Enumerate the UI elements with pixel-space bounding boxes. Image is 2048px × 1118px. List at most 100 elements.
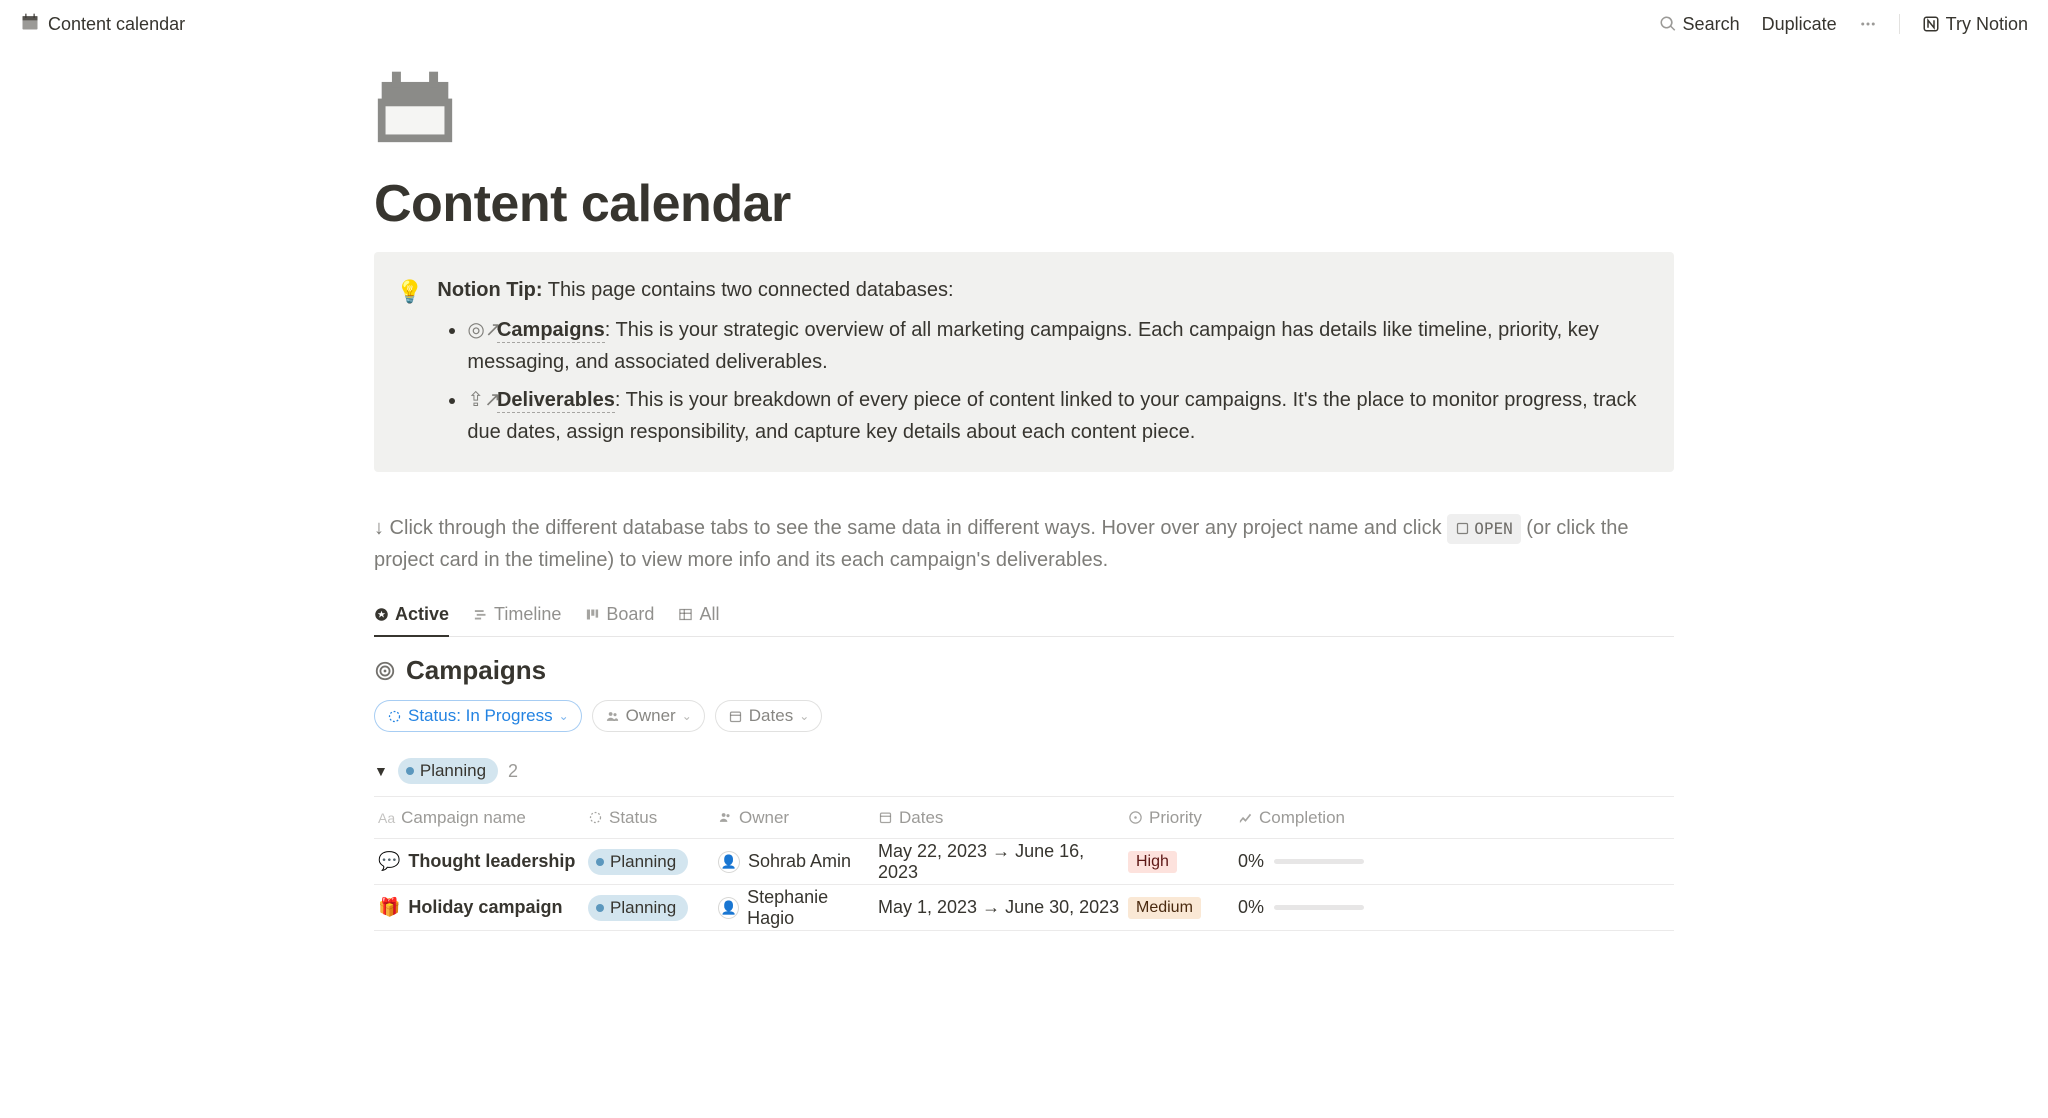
tip-label: Notion Tip:: [437, 279, 542, 301]
target-icon: [374, 660, 396, 682]
calendar-icon: [20, 12, 40, 37]
cell-name[interactable]: 🎁 Holiday campaign: [374, 897, 584, 918]
cell-dates[interactable]: May 22, 2023 → June 16, 2023: [874, 841, 1124, 883]
campaigns-table: Aa Campaign name Status Owner Dates Prio…: [374, 796, 1674, 931]
cell-status[interactable]: Planning: [584, 895, 714, 921]
filter-dates-label: Dates: [749, 706, 793, 726]
try-notion-button[interactable]: Try Notion: [1922, 14, 2028, 35]
completion-text: 0%: [1238, 851, 1264, 872]
dates-text: May 1, 2023 → June 30, 2023: [878, 897, 1119, 918]
callout-item: ⇪↗ Deliverables: This is your breakdown …: [467, 384, 1646, 448]
priority-tag: High: [1128, 851, 1177, 873]
group-status-pill: Planning: [398, 758, 498, 784]
target-icon: ◎↗: [467, 314, 487, 346]
tip-text: This page contains two connected databas…: [543, 279, 954, 301]
cell-status[interactable]: Planning: [584, 849, 714, 875]
owner-name: Sohrab Amin: [748, 851, 851, 872]
database-title-text: Campaigns: [406, 655, 546, 686]
tip-callout: 💡 Notion Tip: This page contains two con…: [374, 252, 1674, 472]
cell-completion[interactable]: 0%: [1234, 851, 1394, 872]
chevron-down-icon: ⌄: [799, 709, 809, 723]
page-icon[interactable]: [374, 64, 456, 146]
dates-text: May 22, 2023 → June 16, 2023: [878, 841, 1124, 883]
col-priority[interactable]: Priority: [1124, 808, 1234, 828]
filter-status[interactable]: Status: In Progress ⌄: [374, 700, 582, 732]
completion-text: 0%: [1238, 897, 1264, 918]
filters: Status: In Progress ⌄ Owner ⌄ Dates ⌄: [374, 700, 1674, 732]
cell-dates[interactable]: May 1, 2023 → June 30, 2023: [874, 897, 1124, 918]
group-header[interactable]: ▼ Planning 2: [374, 758, 1674, 784]
filter-owner[interactable]: Owner ⌄: [592, 700, 705, 732]
status-dot-icon: [596, 904, 604, 912]
col-owner[interactable]: Owner: [714, 808, 874, 828]
col-dates[interactable]: Dates: [874, 808, 1124, 828]
status-text: Planning: [610, 898, 676, 918]
calendar-icon: [728, 709, 743, 724]
breadcrumb-title: Content calendar: [48, 14, 185, 35]
table-row[interactable]: 💬 Thought leadership Planning 👤 Sohrab A…: [374, 839, 1674, 885]
open-badge: OPEN: [1447, 514, 1521, 544]
cell-owner[interactable]: 👤 Stephanie Hagio: [714, 887, 874, 929]
priority-icon: [1128, 810, 1143, 825]
notion-logo-icon: [1922, 15, 1940, 33]
instructions-pre: ↓ Click through the different database t…: [374, 517, 1447, 539]
status-text: Planning: [610, 852, 676, 872]
tab-all[interactable]: All: [678, 604, 719, 637]
progress-bar: [1274, 905, 1364, 910]
col-completion[interactable]: Completion: [1234, 808, 1394, 828]
callout-item-text: : This is your breakdown of every piece …: [467, 389, 1636, 443]
cell-owner[interactable]: 👤 Sohrab Amin: [714, 851, 874, 873]
chevron-down-icon: ⌄: [559, 709, 569, 723]
search-button[interactable]: Search: [1659, 14, 1740, 35]
row-name: Thought leadership: [408, 851, 575, 872]
col-name[interactable]: Aa Campaign name: [374, 808, 584, 828]
separator: [1899, 14, 1900, 34]
search-label: Search: [1683, 14, 1740, 35]
tab-label: Timeline: [494, 604, 561, 625]
chevron-down-icon: ⌄: [682, 709, 692, 723]
collapse-toggle[interactable]: ▼: [374, 763, 388, 779]
tab-board[interactable]: Board: [585, 604, 654, 637]
cell-priority[interactable]: Medium: [1124, 897, 1234, 919]
row-name: Holiday campaign: [408, 897, 562, 918]
tab-label: Board: [606, 604, 654, 625]
open-icon: [1455, 521, 1470, 536]
text-icon: Aa: [378, 810, 395, 826]
people-icon: [718, 810, 733, 825]
filter-dates[interactable]: Dates ⌄: [715, 700, 822, 732]
avatar: 👤: [718, 851, 740, 873]
callout-item: ◎↗ Campaigns: This is your strategic ove…: [467, 314, 1646, 378]
status-icon: [588, 810, 603, 825]
table-icon: [678, 607, 693, 622]
database-title[interactable]: Campaigns: [374, 655, 1674, 686]
open-label: OPEN: [1474, 516, 1513, 542]
owner-name: Stephanie Hagio: [747, 887, 874, 929]
col-status[interactable]: Status: [584, 808, 714, 828]
tab-active[interactable]: Active: [374, 604, 449, 637]
table-header: Aa Campaign name Status Owner Dates Prio…: [374, 797, 1674, 839]
tab-timeline[interactable]: Timeline: [473, 604, 561, 637]
cell-priority[interactable]: High: [1124, 851, 1234, 873]
instructions: ↓ Click through the different database t…: [374, 512, 1674, 576]
timeline-icon: [473, 607, 488, 622]
row-emoji-icon: 💬: [378, 851, 400, 872]
callout-item-title[interactable]: Campaigns: [497, 319, 605, 343]
cell-name[interactable]: 💬 Thought leadership: [374, 851, 584, 872]
table-row[interactable]: 🎁 Holiday campaign Planning 👤 Stephanie …: [374, 885, 1674, 931]
breadcrumb[interactable]: Content calendar: [20, 12, 185, 37]
board-icon: [585, 607, 600, 622]
status-pill: Planning: [588, 849, 688, 875]
status-dot-icon: [596, 858, 604, 866]
people-icon: [605, 709, 620, 724]
main: Content calendar 💡 Notion Tip: This page…: [374, 48, 1674, 991]
lightbulb-icon: 💡: [396, 274, 423, 448]
callout-item-title[interactable]: Deliverables: [497, 389, 615, 413]
status-pill: Planning: [588, 895, 688, 921]
page-title: Content calendar: [374, 174, 1674, 234]
filter-owner-label: Owner: [626, 706, 676, 726]
more-button[interactable]: [1859, 15, 1877, 33]
dots-icon: [1859, 15, 1877, 33]
cell-completion[interactable]: 0%: [1234, 897, 1394, 918]
chart-icon: [1238, 810, 1253, 825]
duplicate-button[interactable]: Duplicate: [1762, 14, 1837, 35]
